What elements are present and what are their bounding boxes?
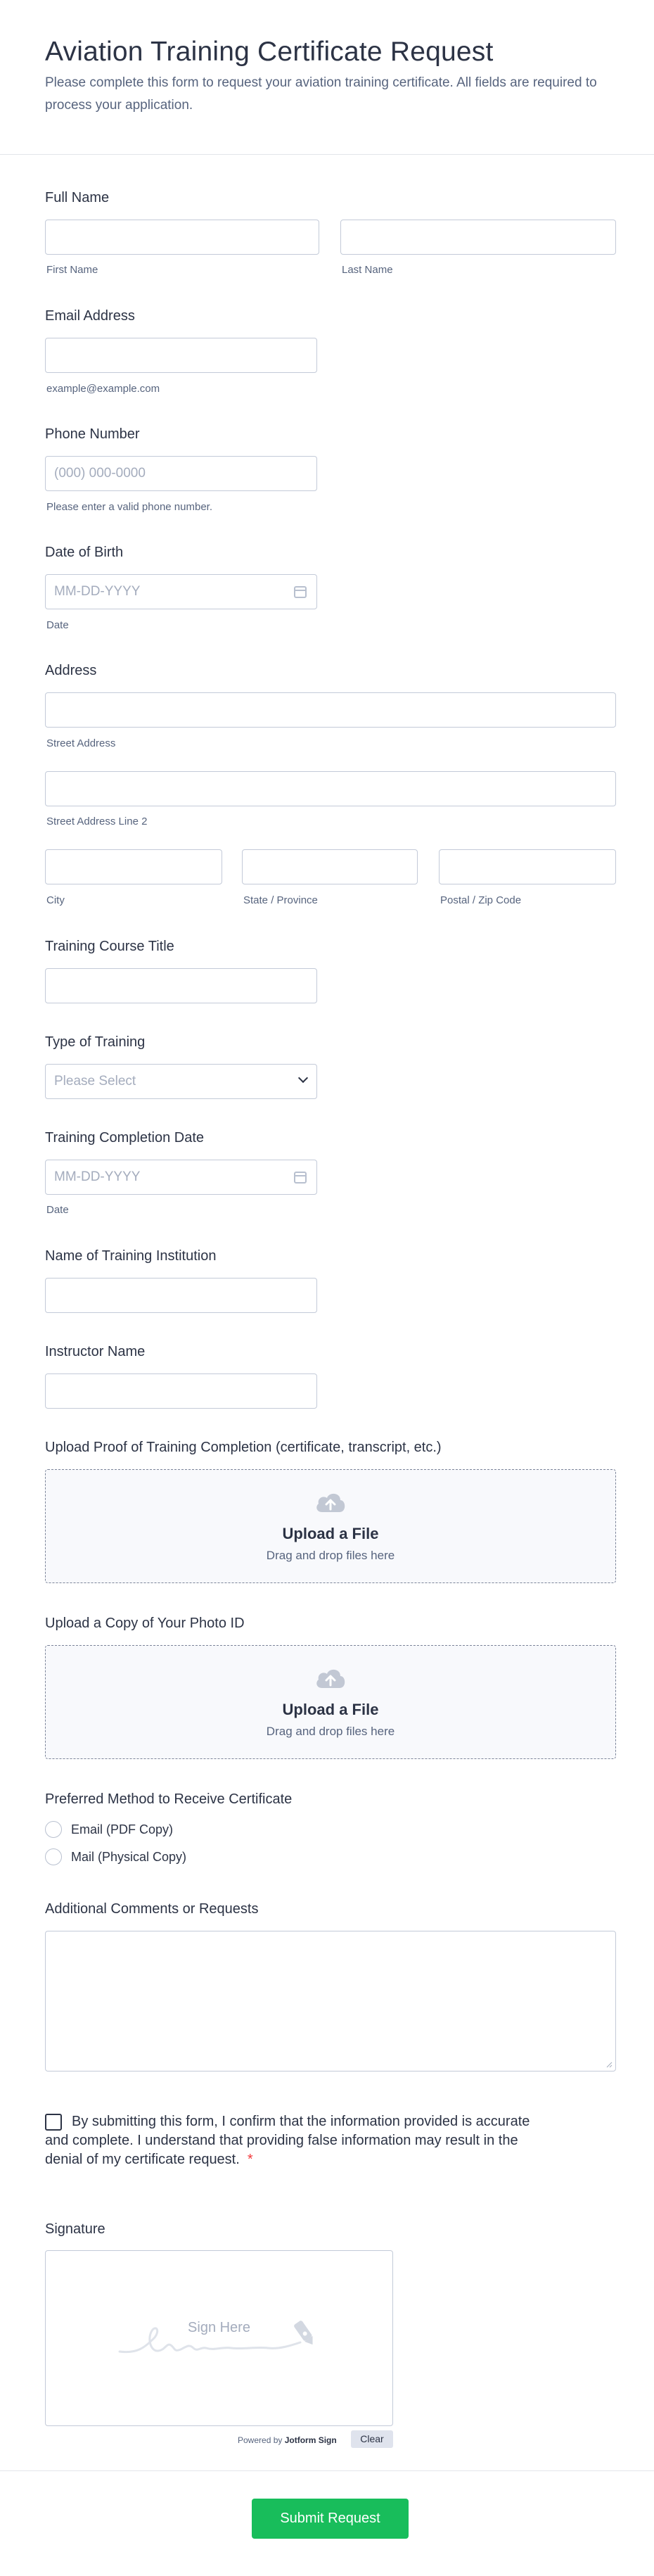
dob-hint: Date <box>46 619 69 631</box>
course-title-label: Training Course Title <box>45 939 174 954</box>
phone-label: Phone Number <box>45 426 140 442</box>
completion-date-placeholder: MM-DD-YYYY <box>54 1169 141 1184</box>
radio-email[interactable] <box>45 1821 62 1838</box>
state-sublabel: State / Province <box>243 894 318 906</box>
consent-statement: By submitting this form, I confirm that … <box>45 2114 530 2167</box>
header-divider <box>0 154 654 155</box>
email-field[interactable] <box>45 338 317 373</box>
city-sublabel: City <box>46 894 65 906</box>
consent-text: By submitting this form, I confirm that … <box>45 2112 537 2169</box>
comments-label: Additional Comments or Requests <box>45 1901 259 1917</box>
required-asterisk: * <box>247 2152 253 2167</box>
upload-proof-title: Upload a File <box>282 1525 379 1542</box>
dob-label: Date of Birth <box>45 545 124 560</box>
email-label: Email Address <box>45 308 135 324</box>
course-title-input[interactable] <box>45 968 317 1003</box>
street-address-2-input[interactable] <box>45 771 616 806</box>
jotform-sign-brand: Jotform Sign <box>284 2435 337 2445</box>
calendar-icon[interactable] <box>294 586 307 598</box>
sign-here-placeholder: Sign Here <box>188 2320 250 2335</box>
clear-signature-button[interactable]: Clear <box>351 2430 393 2448</box>
dob-input[interactable]: MM-DD-YYYY <box>45 574 317 609</box>
upload-proof-dropzone[interactable]: Upload a File Drag and drop files here <box>45 1469 616 1583</box>
last-name-sublabel: Last Name <box>342 264 393 276</box>
completion-date-input[interactable]: MM-DD-YYYY <box>45 1160 317 1195</box>
address-label: Address <box>45 663 97 678</box>
radio-email-label[interactable]: Email (PDF Copy) <box>71 1822 173 1837</box>
upload-proof-label: Upload Proof of Training Completion (cer… <box>45 1440 442 1455</box>
institution-input[interactable] <box>45 1278 317 1313</box>
upload-id-dropzone[interactable]: Upload a File Drag and drop files here <box>45 1645 616 1759</box>
powered-by-text: Powered by Jotform Sign <box>238 2435 337 2445</box>
first-name-sublabel: First Name <box>46 264 98 276</box>
footer-divider <box>0 2470 654 2471</box>
upload-id-label: Upload a Copy of Your Photo ID <box>45 1616 245 1631</box>
phone-input[interactable]: (000) 000-0000 <box>45 456 317 491</box>
cloud-upload-icon <box>316 1669 345 1688</box>
cloud-upload-icon <box>316 1493 345 1512</box>
first-name-input[interactable] <box>45 220 319 255</box>
dob-placeholder: MM-DD-YYYY <box>54 584 141 599</box>
zip-input[interactable] <box>439 849 616 884</box>
calendar-icon[interactable] <box>294 1172 307 1184</box>
upload-proof-sub: Drag and drop files here <box>266 1549 395 1562</box>
submit-button[interactable]: Submit Request <box>252 2499 409 2539</box>
training-type-select[interactable]: Please Select <box>45 1064 317 1099</box>
state-input[interactable] <box>242 849 418 884</box>
institution-label: Name of Training Institution <box>45 1248 217 1264</box>
instructor-label: Instructor Name <box>45 1344 146 1359</box>
upload-id-title: Upload a File <box>282 1701 379 1718</box>
street-address-2-sublabel: Street Address Line 2 <box>46 816 148 827</box>
radio-mail[interactable] <box>45 1848 62 1865</box>
comments-textarea[interactable] <box>45 1931 616 2071</box>
radio-mail-label[interactable]: Mail (Physical Copy) <box>71 1850 186 1865</box>
street-address-input[interactable] <box>45 692 616 728</box>
street-address-sublabel: Street Address <box>46 737 116 749</box>
phone-placeholder: (000) 000-0000 <box>54 466 146 481</box>
instructor-input[interactable] <box>45 1373 317 1409</box>
email-hint: example@example.com <box>46 383 160 395</box>
signature-label: Signature <box>45 2221 105 2237</box>
phone-hint: Please enter a valid phone number. <box>46 501 212 513</box>
zip-sublabel: Postal / Zip Code <box>440 894 522 906</box>
signature-pad[interactable]: Sign Here <box>45 2250 393 2426</box>
upload-id-sub: Drag and drop files here <box>266 1725 395 1738</box>
last-name-input[interactable] <box>340 220 616 255</box>
form-subtitle: Please complete this form to request you… <box>45 75 597 113</box>
completion-date-label: Training Completion Date <box>45 1130 205 1146</box>
city-input[interactable] <box>45 849 222 884</box>
resize-handle-icon[interactable] <box>605 2061 613 2068</box>
completion-date-hint: Date <box>46 1204 69 1216</box>
full-name-label: Full Name <box>45 190 110 205</box>
training-type-selected: Please Select <box>54 1074 136 1089</box>
form-title: Aviation Training Certificate Request <box>45 37 494 67</box>
training-type-label: Type of Training <box>45 1034 146 1050</box>
powered-by-label: Powered by <box>238 2435 283 2445</box>
method-label: Preferred Method to Receive Certificate <box>45 1791 293 1807</box>
